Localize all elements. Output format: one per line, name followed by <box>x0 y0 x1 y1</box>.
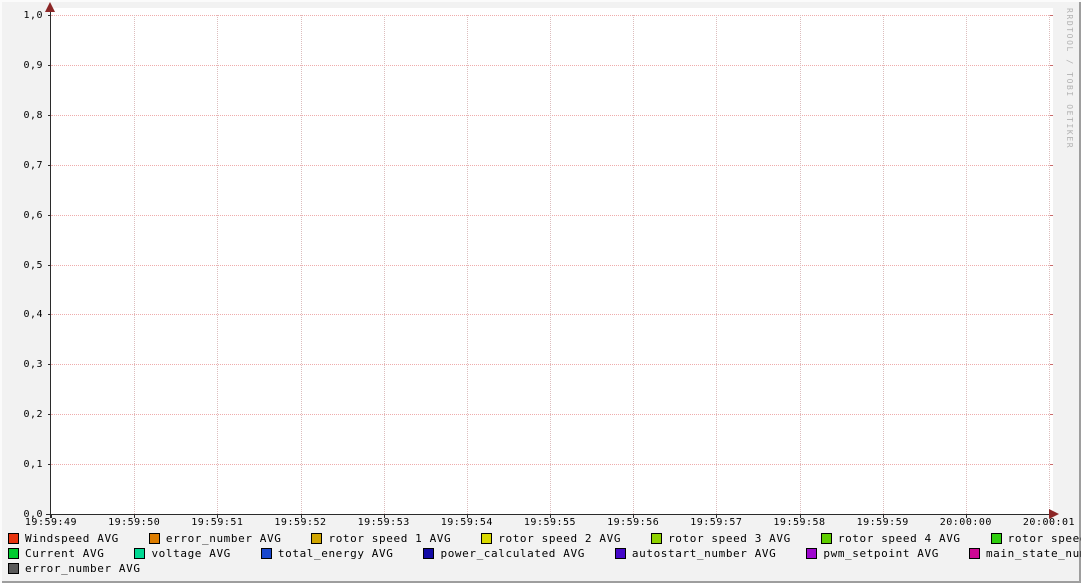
legend-label: power_calculated AVG <box>440 546 584 561</box>
legend-label: error_number AVG <box>166 531 282 546</box>
legend-item: rotor speed 2 AVG <box>481 531 621 546</box>
legend-swatch <box>615 548 626 559</box>
x-tick-label: 19:59:55 <box>524 517 576 528</box>
legend-swatch <box>8 563 19 574</box>
x-tick-label: 19:59:50 <box>108 517 160 528</box>
legend-row: Windspeed AVG error_number AVG rotor speed… <box>8 531 1074 546</box>
x-axis-labels: 19:59:49 19:59:50 19:59:51 19:59:52 19:59:53… <box>0 0 1081 530</box>
legend: Windspeed AVG error_number AVG rotor speed… <box>8 531 1074 576</box>
x-tick-label: 19:59:59 <box>857 517 909 528</box>
x-tick-label: 20:00:00 <box>940 517 992 528</box>
legend-swatch <box>134 548 145 559</box>
legend-row: Current AVG voltage AVG total_energy AVG po… <box>8 546 1074 561</box>
legend-item: total_energy AVG <box>261 546 394 561</box>
legend-label: rotor speed 1 AVG <box>328 531 451 546</box>
legend-item: Current AVG <box>8 546 104 561</box>
legend-swatch <box>651 533 662 544</box>
legend-label: main_state_number AVG <box>986 546 1081 561</box>
legend-swatch <box>423 548 434 559</box>
legend-label: error_number AVG <box>25 561 141 576</box>
x-tick-label: 19:59:56 <box>607 517 659 528</box>
legend-label: Windspeed AVG <box>25 531 119 546</box>
legend-label: voltage AVG <box>151 546 230 561</box>
x-tick-label: 19:59:52 <box>274 517 326 528</box>
x-tick-label: 19:59:53 <box>358 517 410 528</box>
x-tick-label: 19:59:58 <box>773 517 825 528</box>
legend-swatch <box>969 548 980 559</box>
legend-item: error_number AVG <box>8 561 141 576</box>
x-tick-label: 20:00:01 <box>1023 517 1075 528</box>
rrdtool-graph: 1,00,90,80,70,60,50,40,30,20,10,0 19:59:… <box>0 0 1081 583</box>
legend-item: pwm_setpoint AVG <box>806 546 939 561</box>
legend-swatch <box>806 548 817 559</box>
legend-label: rotor speed 4 AVG <box>838 531 961 546</box>
legend-item: error_number AVG <box>149 531 282 546</box>
legend-item: rotor speed 4 AVG <box>821 531 961 546</box>
legend-label: autostart_number AVG <box>632 546 776 561</box>
legend-swatch <box>481 533 492 544</box>
legend-swatch <box>991 533 1002 544</box>
legend-label: rotor speed 2 AVG <box>498 531 621 546</box>
legend-swatch <box>261 548 272 559</box>
legend-item: rotor speed 3 AVG <box>651 531 791 546</box>
legend-swatch <box>821 533 832 544</box>
legend-item: rotor speed 1 AVG <box>311 531 451 546</box>
watermark: RRDTOOL / TOBI OETIKER <box>1065 8 1074 149</box>
legend-label: pwm_setpoint AVG <box>823 546 939 561</box>
x-tick-label: 19:59:57 <box>690 517 742 528</box>
legend-swatch <box>8 548 19 559</box>
legend-label: rotor speed 3 AVG <box>668 531 791 546</box>
legend-item: Windspeed AVG <box>8 531 119 546</box>
legend-swatch <box>8 533 19 544</box>
legend-item: main_state_number AVG <box>969 546 1081 561</box>
legend-swatch <box>149 533 160 544</box>
x-tick-label: 19:59:49 <box>25 517 77 528</box>
legend-item: voltage AVG <box>134 546 230 561</box>
legend-item: rotor speed 5 AVG <box>991 531 1081 546</box>
x-tick-label: 19:59:54 <box>441 517 493 528</box>
legend-item: autostart_number AVG <box>615 546 776 561</box>
legend-item: power_calculated AVG <box>423 546 584 561</box>
legend-label: Current AVG <box>25 546 104 561</box>
x-tick-label: 19:59:51 <box>191 517 243 528</box>
legend-swatch <box>311 533 322 544</box>
legend-label: rotor speed 5 AVG <box>1008 531 1081 546</box>
legend-label: total_energy AVG <box>278 546 394 561</box>
legend-row: error_number AVG <box>8 561 1074 576</box>
